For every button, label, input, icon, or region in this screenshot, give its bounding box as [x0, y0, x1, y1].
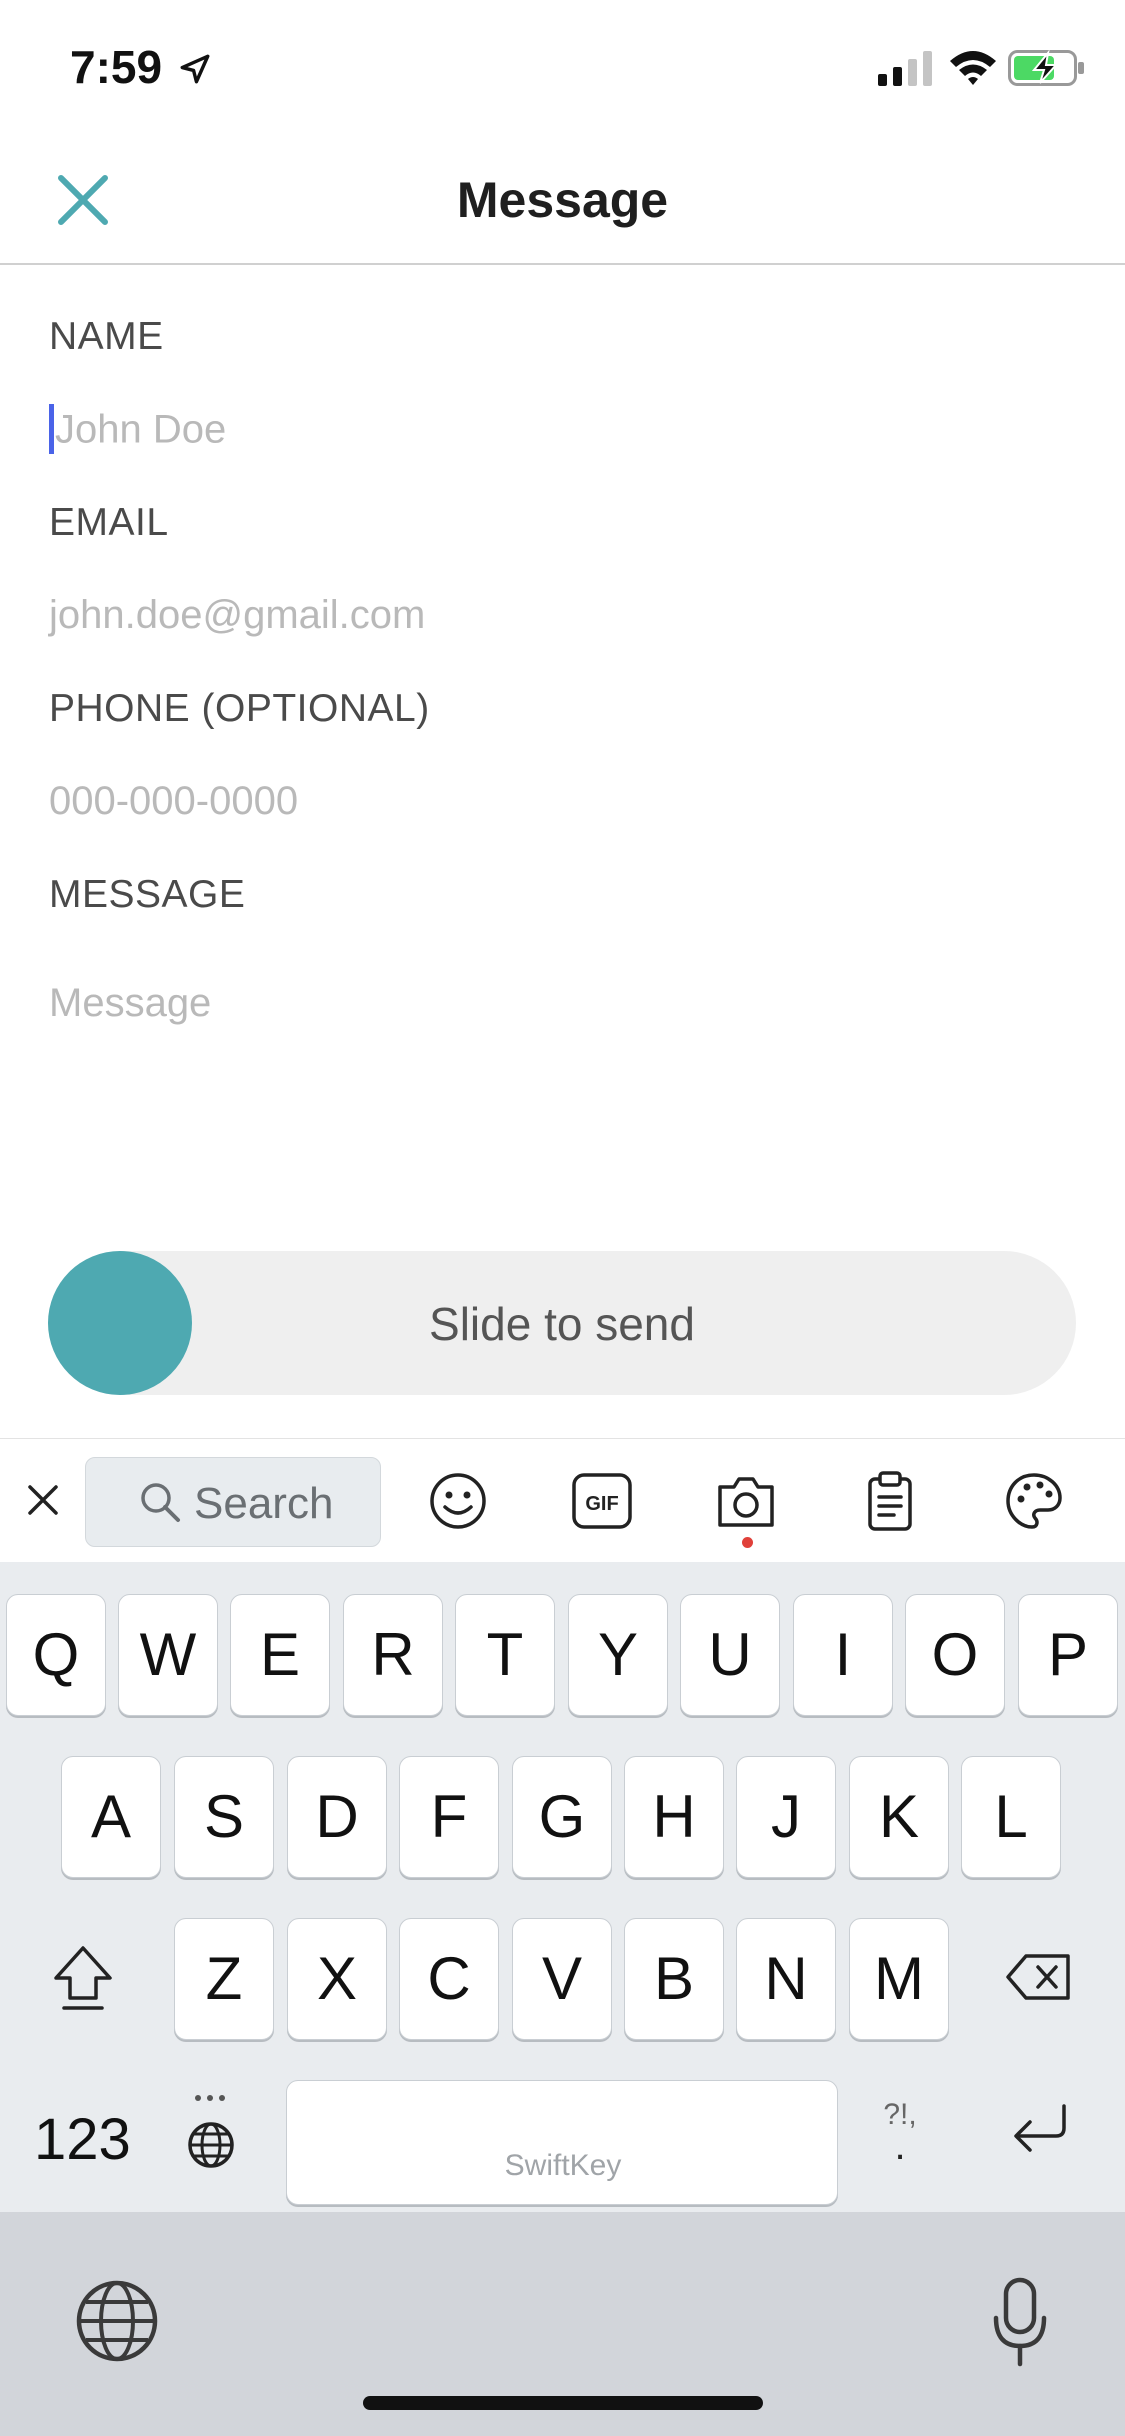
- punctuation-bottom: .: [894, 2124, 906, 2168]
- key-o[interactable]: O: [905, 1594, 1005, 1716]
- close-icon[interactable]: [22, 1479, 64, 1521]
- home-indicator: [363, 2396, 763, 2410]
- key-z[interactable]: Z: [174, 1918, 274, 2040]
- keyboard-search-button[interactable]: Search: [85, 1457, 381, 1547]
- search-icon: [141, 1483, 180, 1522]
- more-options-icon[interactable]: [184, 2086, 236, 2110]
- keyboard-bottom-bar: [0, 2212, 1125, 2436]
- key-k[interactable]: K: [849, 1756, 949, 1878]
- key-h[interactable]: H: [624, 1756, 724, 1878]
- key-s[interactable]: S: [174, 1756, 274, 1878]
- punctuation-key[interactable]: ?!, .: [872, 2098, 928, 2168]
- message-field[interactable]: Message: [49, 981, 211, 1026]
- key-j[interactable]: J: [736, 1756, 836, 1878]
- phone-field[interactable]: 000-000-0000: [49, 779, 298, 824]
- key-w[interactable]: W: [118, 1594, 218, 1716]
- email-label: EMAIL: [49, 501, 169, 544]
- microphone-icon[interactable]: [990, 2276, 1050, 2368]
- page-title: Message: [456, 172, 669, 228]
- name-field[interactable]: John Doe: [49, 404, 227, 457]
- key-v[interactable]: V: [512, 1918, 612, 2040]
- name-placeholder: John Doe: [55, 407, 227, 452]
- key-b[interactable]: B: [624, 1918, 724, 2040]
- key-l[interactable]: L: [961, 1756, 1061, 1878]
- key-t[interactable]: T: [455, 1594, 555, 1716]
- key-x[interactable]: X: [287, 1918, 387, 2040]
- globe-icon[interactable]: [186, 2120, 236, 2170]
- key-n[interactable]: N: [736, 1918, 836, 2040]
- key-c[interactable]: C: [399, 1918, 499, 2040]
- key-u[interactable]: U: [680, 1594, 780, 1716]
- gif-icon[interactable]: GIF: [570, 1469, 634, 1533]
- backspace-icon[interactable]: [1004, 1952, 1074, 2002]
- slide-to-send-track[interactable]: Slide to send: [48, 1251, 1076, 1395]
- palette-icon[interactable]: [1002, 1469, 1066, 1533]
- space-bar[interactable]: SwiftKey: [286, 2080, 838, 2205]
- name-label: NAME: [49, 315, 164, 358]
- key-r[interactable]: R: [343, 1594, 443, 1716]
- key-f[interactable]: F: [399, 1756, 499, 1878]
- cellular-signal-icon: [878, 51, 932, 86]
- key-i[interactable]: I: [793, 1594, 893, 1716]
- key-y[interactable]: Y: [568, 1594, 668, 1716]
- wifi-icon: [950, 51, 996, 85]
- location-arrow-icon: [180, 54, 210, 84]
- keyboard: Q W E R T Y U I O P A S D F G H J K L Z …: [0, 1562, 1125, 2212]
- key-d[interactable]: D: [287, 1756, 387, 1878]
- slide-to-send-label: Slide to send: [429, 1298, 695, 1350]
- key-p[interactable]: P: [1018, 1594, 1118, 1716]
- numbers-key[interactable]: 123: [34, 2106, 131, 2173]
- key-a[interactable]: A: [61, 1756, 161, 1878]
- nav-bar: Message: [0, 135, 1125, 265]
- email-field[interactable]: john.doe@gmail.com: [49, 593, 425, 638]
- return-icon[interactable]: [1008, 2102, 1072, 2158]
- keyboard-toolbar: Search GIF: [0, 1438, 1125, 1563]
- key-e[interactable]: E: [230, 1594, 330, 1716]
- battery-charging-icon: [1008, 50, 1084, 86]
- text-caret: [49, 404, 54, 454]
- clipboard-icon[interactable]: [858, 1469, 922, 1533]
- camera-icon[interactable]: [714, 1469, 778, 1533]
- notification-dot: [742, 1537, 753, 1548]
- globe-icon[interactable]: [74, 2278, 160, 2364]
- key-q[interactable]: Q: [6, 1594, 106, 1716]
- key-g[interactable]: G: [512, 1756, 612, 1878]
- status-bar: 7:59: [0, 0, 1125, 135]
- phone-label: PHONE (OPTIONAL): [49, 687, 430, 730]
- svg-text:GIF: GIF: [585, 1493, 618, 1515]
- key-m[interactable]: M: [849, 1918, 949, 2040]
- emoji-icon[interactable]: [426, 1469, 490, 1533]
- search-label: Search: [194, 1479, 334, 1528]
- shift-icon[interactable]: [50, 1942, 116, 2014]
- status-time: 7:59: [70, 41, 163, 93]
- message-label: MESSAGE: [49, 873, 246, 916]
- swiftkey-logo: SwiftKey: [504, 2149, 622, 2182]
